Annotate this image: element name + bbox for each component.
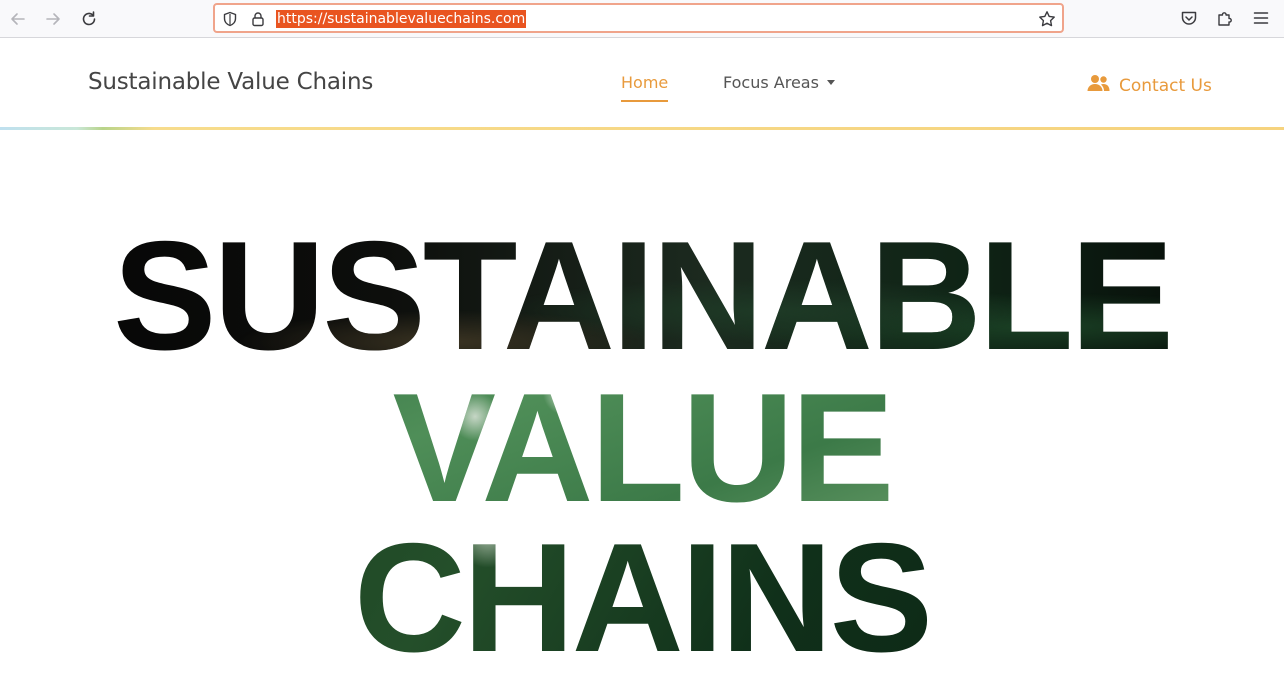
site-brand[interactable]: Sustainable Value Chains (88, 69, 373, 95)
forward-arrow-icon[interactable] (43, 9, 63, 29)
hero-title-line-3: CHAINS (0, 520, 1284, 675)
hero-title-line-2: VALUE (0, 370, 1284, 525)
users-icon (1087, 74, 1110, 97)
caret-down-icon (826, 80, 835, 85)
url-bar[interactable]: https://sustainablevaluechains.com (213, 3, 1064, 33)
shield-icon[interactable] (222, 11, 238, 32)
menu-icon[interactable] (1252, 9, 1270, 32)
hero-title-line-1: SUSTAINABLE (0, 218, 1284, 373)
nav-focus-areas-label: Focus Areas (723, 73, 819, 92)
pocket-icon[interactable] (1180, 9, 1198, 32)
nav-home-link[interactable]: Home (621, 73, 669, 102)
nav-focus-areas-dropdown[interactable]: Focus Areas (723, 73, 835, 92)
lock-icon[interactable] (250, 11, 266, 32)
back-arrow-icon[interactable] (8, 9, 28, 29)
contact-us-link[interactable]: Contact Us (1087, 74, 1212, 97)
url-text[interactable]: https://sustainablevaluechains.com (276, 10, 527, 28)
header-divider (0, 127, 1284, 130)
browser-toolbar: https://sustainablevaluechains.com (0, 0, 1284, 38)
star-icon[interactable] (1038, 10, 1056, 33)
extensions-icon[interactable] (1216, 9, 1234, 32)
contact-us-label: Contact Us (1119, 75, 1212, 96)
site-header: Sustainable Value Chains Home Focus Area… (0, 39, 1284, 127)
reload-icon[interactable] (79, 9, 99, 29)
